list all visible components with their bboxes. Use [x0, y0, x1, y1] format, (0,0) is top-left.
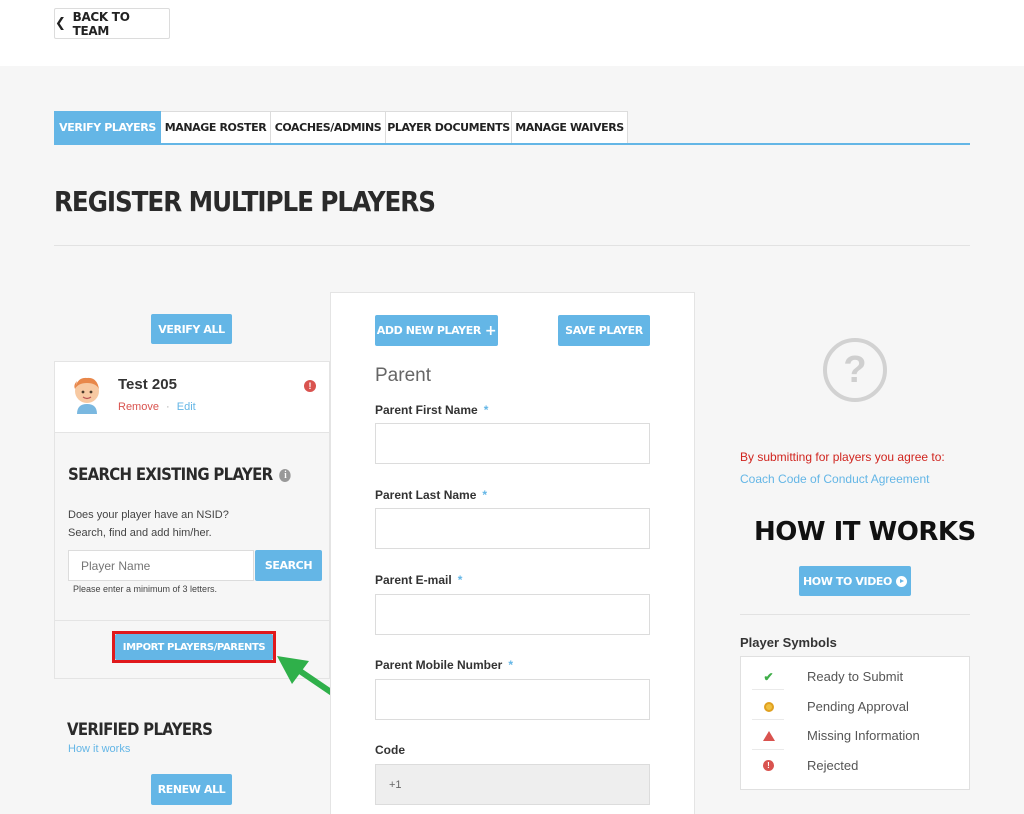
import-highlight-frame: IMPORT PLAYERS/PARENTS — [112, 631, 276, 663]
search-description-line-1: Does your player have an NSID? — [68, 509, 229, 521]
check-icon: ✔ — [763, 669, 774, 684]
player-card[interactable]: Test 205 Remove · Edit ! — [54, 361, 330, 433]
player-name-search-input[interactable] — [68, 550, 254, 581]
search-section-title: SEARCH EXISTING PLAYER — [68, 465, 273, 485]
required-mark: * — [483, 403, 489, 417]
player-actions: Remove · Edit — [118, 401, 196, 413]
search-button[interactable]: SEARCH — [255, 550, 322, 581]
verify-all-button[interactable]: VERIFY ALL — [151, 314, 232, 344]
parent-email-label: Parent E-mail * — [375, 573, 462, 587]
parent-first-name-label-text: Parent First Name — [375, 403, 478, 417]
search-section-heading: SEARCH EXISTING PLAYER i — [68, 465, 291, 485]
search-existing-player-section: SEARCH EXISTING PLAYER i Does your player… — [54, 433, 330, 621]
tab-coaches-admins[interactable]: COACHES/ADMINS — [271, 111, 386, 144]
right-divider — [740, 614, 970, 615]
tab-manage-roster[interactable]: MANAGE ROSTER — [161, 111, 271, 144]
add-new-player-label: ADD NEW PLAYER — [376, 324, 482, 337]
add-new-player-button[interactable]: ADD NEW PLAYER + — [375, 315, 498, 346]
required-mark: * — [457, 573, 463, 587]
symbol-divider — [752, 719, 784, 720]
search-hint: Please enter a minimum of 3 letters. — [73, 584, 218, 594]
symbol-label: Rejected — [807, 758, 859, 773]
title-divider — [54, 245, 970, 246]
search-description: Does your player have an NSID? Search, f… — [68, 506, 229, 542]
player-symbols-legend: ✔ Ready to Submit Pending Approval Missi… — [740, 656, 970, 790]
back-to-team-button[interactable]: ❮ BACK TO TEAM — [54, 8, 170, 39]
verified-players-title: VERIFIED PLAYERS — [67, 720, 213, 740]
player-avatar-icon — [74, 377, 99, 414]
edit-player-link[interactable]: Edit — [177, 401, 196, 413]
how-it-works-title: HOW IT WORKS — [754, 517, 976, 547]
tab-player-documents[interactable]: PLAYER DOCUMENTS — [386, 111, 512, 144]
save-player-button[interactable]: SAVE PLAYER — [558, 315, 650, 346]
import-players-parents-button[interactable]: IMPORT PLAYERS/PARENTS — [115, 634, 273, 660]
form-section-heading: Parent — [375, 365, 431, 386]
parent-first-name-label: Parent First Name * — [375, 403, 488, 417]
parent-mobile-input[interactable] — [375, 679, 650, 720]
play-icon — [896, 575, 907, 587]
parent-email-label-text: Parent E-mail — [375, 573, 452, 587]
question-mark-icon: ? — [823, 338, 887, 402]
chevron-left-icon: ❮ — [55, 16, 66, 31]
link-separator: · — [166, 401, 170, 413]
symbol-label: Pending Approval — [807, 699, 909, 714]
search-description-line-2: Search, find and add him/her. — [68, 527, 212, 539]
back-to-team-label: BACK TO TEAM — [72, 9, 130, 38]
tab-verify-players[interactable]: VERIFY PLAYERS — [54, 111, 161, 144]
symbol-row: Missing Information — [741, 721, 971, 750]
page-title: REGISTER MULTIPLE PLAYERS — [54, 185, 436, 218]
required-mark: * — [508, 658, 514, 672]
symbol-row: ✔ Ready to Submit — [741, 662, 971, 691]
parent-email-input[interactable] — [375, 594, 650, 635]
parent-first-name-input[interactable] — [375, 423, 650, 464]
parent-mobile-label-text: Parent Mobile Number — [375, 658, 503, 672]
how-to-video-button[interactable]: HOW TO VIDEO — [799, 566, 911, 596]
country-code-field: +1 — [375, 764, 650, 805]
player-name: Test 205 — [118, 376, 177, 393]
top-bar: ❮ BACK TO TEAM — [0, 0, 1024, 66]
tab-bar: VERIFY PLAYERS MANAGE ROSTER COACHES/ADM… — [54, 111, 628, 144]
player-form-panel: ADD NEW PLAYER + SAVE PLAYER Parent Pare… — [330, 292, 695, 814]
symbol-divider — [752, 749, 784, 750]
symbol-label: Missing Information — [807, 728, 920, 743]
tab-underline — [54, 143, 970, 145]
symbol-divider — [752, 689, 784, 690]
pending-icon — [763, 701, 774, 712]
player-symbols-title: Player Symbols — [740, 635, 837, 650]
verified-how-it-works-link[interactable]: How it works — [68, 743, 130, 755]
info-icon[interactable]: i — [279, 468, 291, 482]
agreement-notice: By submitting for players you agree to: — [740, 450, 945, 464]
warning-icon — [762, 730, 775, 741]
code-label: Code — [375, 743, 405, 757]
parent-last-name-input[interactable] — [375, 508, 650, 549]
error-icon: ! — [304, 380, 316, 392]
parent-mobile-label: Parent Mobile Number * — [375, 658, 513, 672]
remove-player-link[interactable]: Remove — [118, 401, 159, 413]
renew-all-button[interactable]: RENEW ALL — [151, 774, 232, 805]
parent-last-name-label: Parent Last Name * — [375, 488, 487, 502]
parent-last-name-label-text: Parent Last Name — [375, 488, 477, 502]
required-mark: * — [482, 488, 488, 502]
symbol-row: ! Rejected — [741, 751, 971, 780]
symbol-row: Pending Approval — [741, 692, 971, 721]
tab-manage-waivers[interactable]: MANAGE WAIVERS — [512, 111, 628, 144]
coach-code-of-conduct-link[interactable]: Coach Code of Conduct Agreement — [740, 472, 929, 486]
how-to-video-label: HOW TO VIDEO — [802, 574, 892, 588]
symbol-label: Ready to Submit — [807, 669, 904, 684]
plus-icon: + — [484, 322, 497, 339]
rejected-icon: ! — [763, 760, 774, 771]
